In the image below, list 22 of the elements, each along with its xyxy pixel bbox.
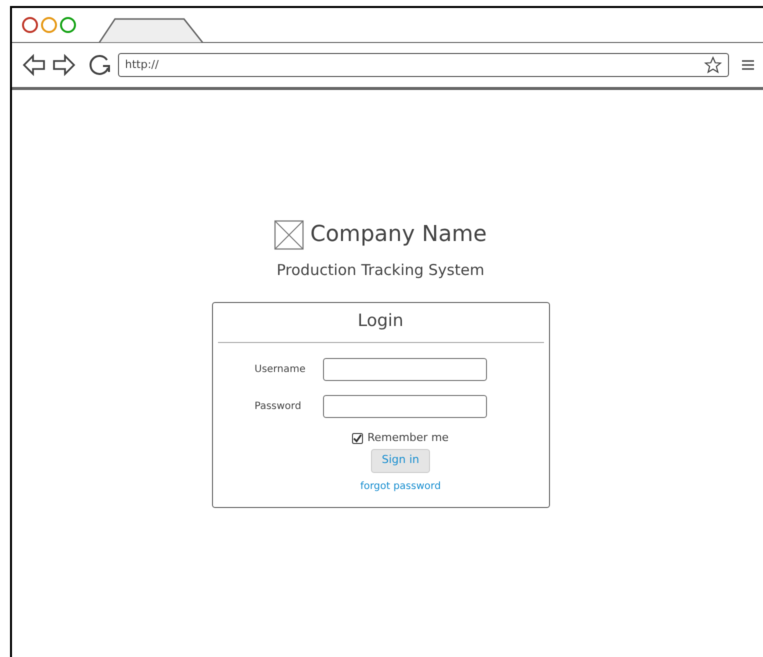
forgot-password-link[interactable]: forgot password <box>360 478 441 494</box>
reload-icon[interactable] <box>88 53 112 77</box>
input-field[interactable] <box>322 358 486 381</box>
login-title: Login <box>358 310 404 332</box>
close-icon[interactable] <box>22 17 38 33</box>
back-arrow-icon[interactable] <box>22 54 46 76</box>
forward-arrow-icon[interactable] <box>52 54 76 76</box>
remember-checkbox[interactable] <box>352 432 364 444</box>
subtitle: Production Tracking System <box>276 260 484 281</box>
address-bar[interactable]: http:// <box>118 53 729 77</box>
address-text: http:// <box>125 56 160 73</box>
logo-placeholder-icon <box>274 220 304 250</box>
browser-tab[interactable] <box>98 18 204 43</box>
sign-in-button[interactable]: Sign in <box>370 448 430 472</box>
field-label: Password <box>254 400 302 414</box>
company-name: Company Name <box>310 221 487 249</box>
star-icon[interactable] <box>704 56 722 74</box>
maximize-icon[interactable] <box>60 17 76 33</box>
field-label: Username <box>254 363 306 377</box>
remember-label: Remember me <box>367 430 449 446</box>
input-field[interactable] <box>322 395 486 418</box>
menu-icon[interactable] <box>741 59 755 71</box>
